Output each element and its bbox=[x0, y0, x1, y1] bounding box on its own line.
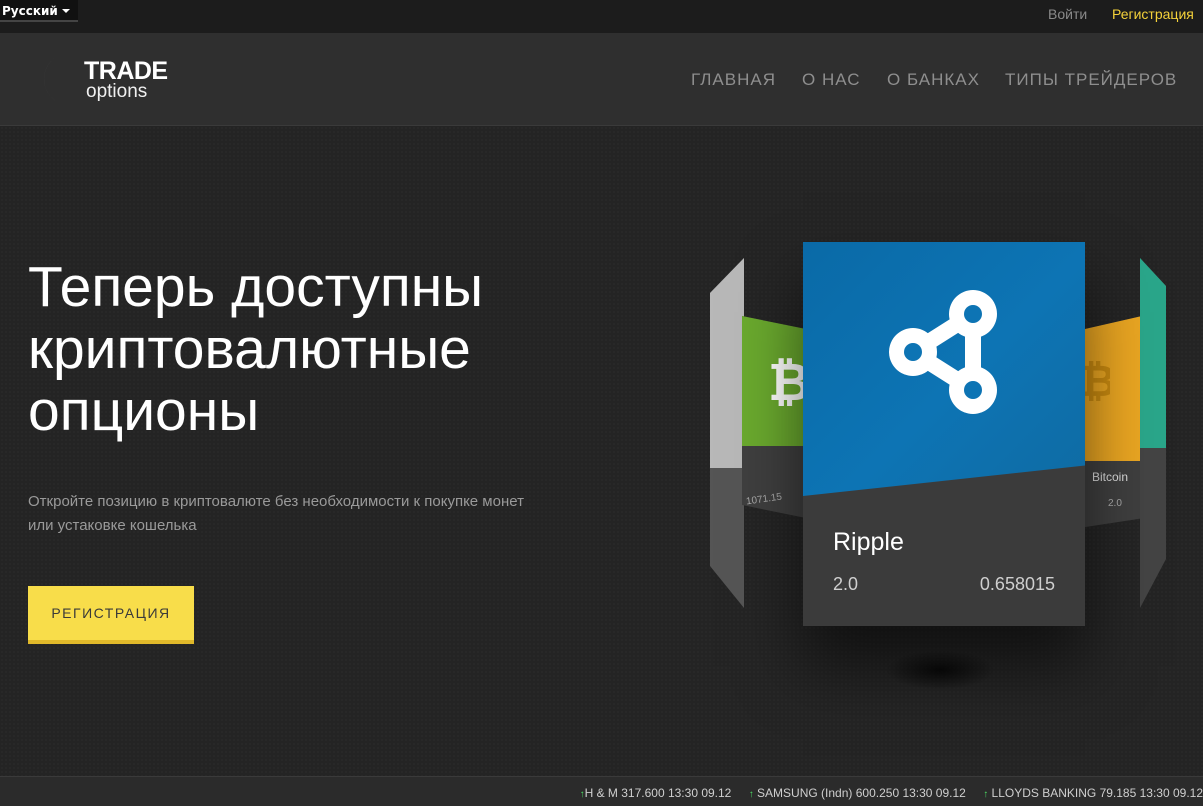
stock-ticker: ↑H & M 317.600 13:30 09.12 ↑ SAMSUNG (In… bbox=[0, 776, 1203, 806]
svg-text:₿: ₿ bbox=[768, 353, 804, 412]
headline-line-3: опционы bbox=[28, 379, 260, 443]
arrow-up-icon: ↑ bbox=[983, 789, 989, 800]
ticker-item[interactable]: ↑H & M 317.600 13:30 09.12 bbox=[580, 786, 732, 800]
headline-line-1: Теперь доступны bbox=[28, 255, 484, 319]
right-card-value: 2.0 bbox=[1108, 498, 1122, 509]
ripple-card-right-value: 0.658015 bbox=[979, 574, 1055, 594]
subtext-line-1: Откройте позицию в криптовалюте без необ… bbox=[28, 493, 524, 510]
register-link[interactable]: Регистрация bbox=[1112, 6, 1194, 22]
arrow-up-icon: ↑ bbox=[748, 789, 754, 800]
ticker-text: SAMSUNG (Indn) 600.250 13:30 09.12 bbox=[757, 786, 966, 800]
nav-item-trader-types[interactable]: ТИПЫ ТРЕЙДЕРОВ bbox=[1005, 70, 1177, 90]
nav-item-about[interactable]: О НАС bbox=[802, 70, 860, 90]
ticker-item[interactable]: ↑ SAMSUNG (Indn) 600.250 13:30 09.12 bbox=[749, 786, 966, 800]
login-link[interactable]: Войти bbox=[1048, 6, 1087, 22]
subtext-line-2: или устаковке кошелька bbox=[28, 517, 197, 534]
site-header: TRADE options ГЛАВНАЯ О НАС О БАНКАХ ТИП… bbox=[0, 33, 1203, 126]
nav-item-banks[interactable]: О БАНКАХ bbox=[887, 70, 980, 90]
headline-line-2: криптовалютные bbox=[28, 317, 471, 381]
svg-text:₿: ₿ bbox=[1084, 356, 1110, 406]
ripple-card-left-value: 2.0 bbox=[833, 574, 859, 594]
card-left[interactable]: ₿ 1071.15 bbox=[742, 316, 804, 518]
chevron-down-icon bbox=[61, 9, 70, 13]
ticker-item[interactable]: ↑ LLOYDS BANKING 79.185 13:30 09.12 bbox=[983, 786, 1203, 800]
crypto-carousel[interactable]: ₿ 1071.15 ₿ Bitcoin 2.0 Ripple 2.0 0.658… bbox=[700, 240, 1170, 700]
coin-icon: ₿ bbox=[1084, 356, 1110, 406]
bitcoin-icon: ₿ bbox=[768, 353, 804, 412]
carousel-shadow bbox=[885, 650, 995, 690]
ripple-icon bbox=[889, 290, 997, 414]
card-far-left[interactable] bbox=[710, 258, 744, 608]
language-selector[interactable]: Русский bbox=[0, 0, 78, 22]
nav-item-home[interactable]: ГЛАВНАЯ bbox=[691, 70, 776, 90]
language-label: Русский bbox=[2, 4, 58, 18]
ticker-items: ↑H & M 317.600 13:30 09.12 ↑ SAMSUNG (In… bbox=[566, 786, 1203, 800]
ripple-card-image bbox=[803, 242, 1085, 496]
hero-headline: Теперь доступны криптовалютные опционы bbox=[28, 256, 588, 442]
hero-subtext: Откройте позицию в криптовалюте без необ… bbox=[28, 490, 588, 538]
top-bar: Русский Войти Регистрация bbox=[0, 0, 1203, 33]
register-button[interactable]: РЕГИСТРАЦИЯ bbox=[28, 586, 194, 644]
ticker-text: LLOYDS BANKING 79.185 13:30 09.12 bbox=[991, 786, 1203, 800]
card-ripple[interactable]: Ripple 2.0 0.658015 bbox=[803, 242, 1085, 626]
left-card-value: 1071.15 bbox=[745, 491, 783, 508]
main-nav: ГЛАВНАЯ О НАС О БАНКАХ ТИПЫ ТРЕЙДЕРОВ bbox=[0, 33, 1203, 126]
card-right[interactable]: ₿ Bitcoin 2.0 bbox=[1084, 316, 1142, 528]
card-far-right[interactable] bbox=[1140, 258, 1166, 608]
ripple-card-title: Ripple bbox=[833, 528, 904, 556]
right-card-label: Bitcoin bbox=[1092, 470, 1129, 484]
ticker-text: H & M 317.600 13:30 09.12 bbox=[584, 786, 732, 800]
